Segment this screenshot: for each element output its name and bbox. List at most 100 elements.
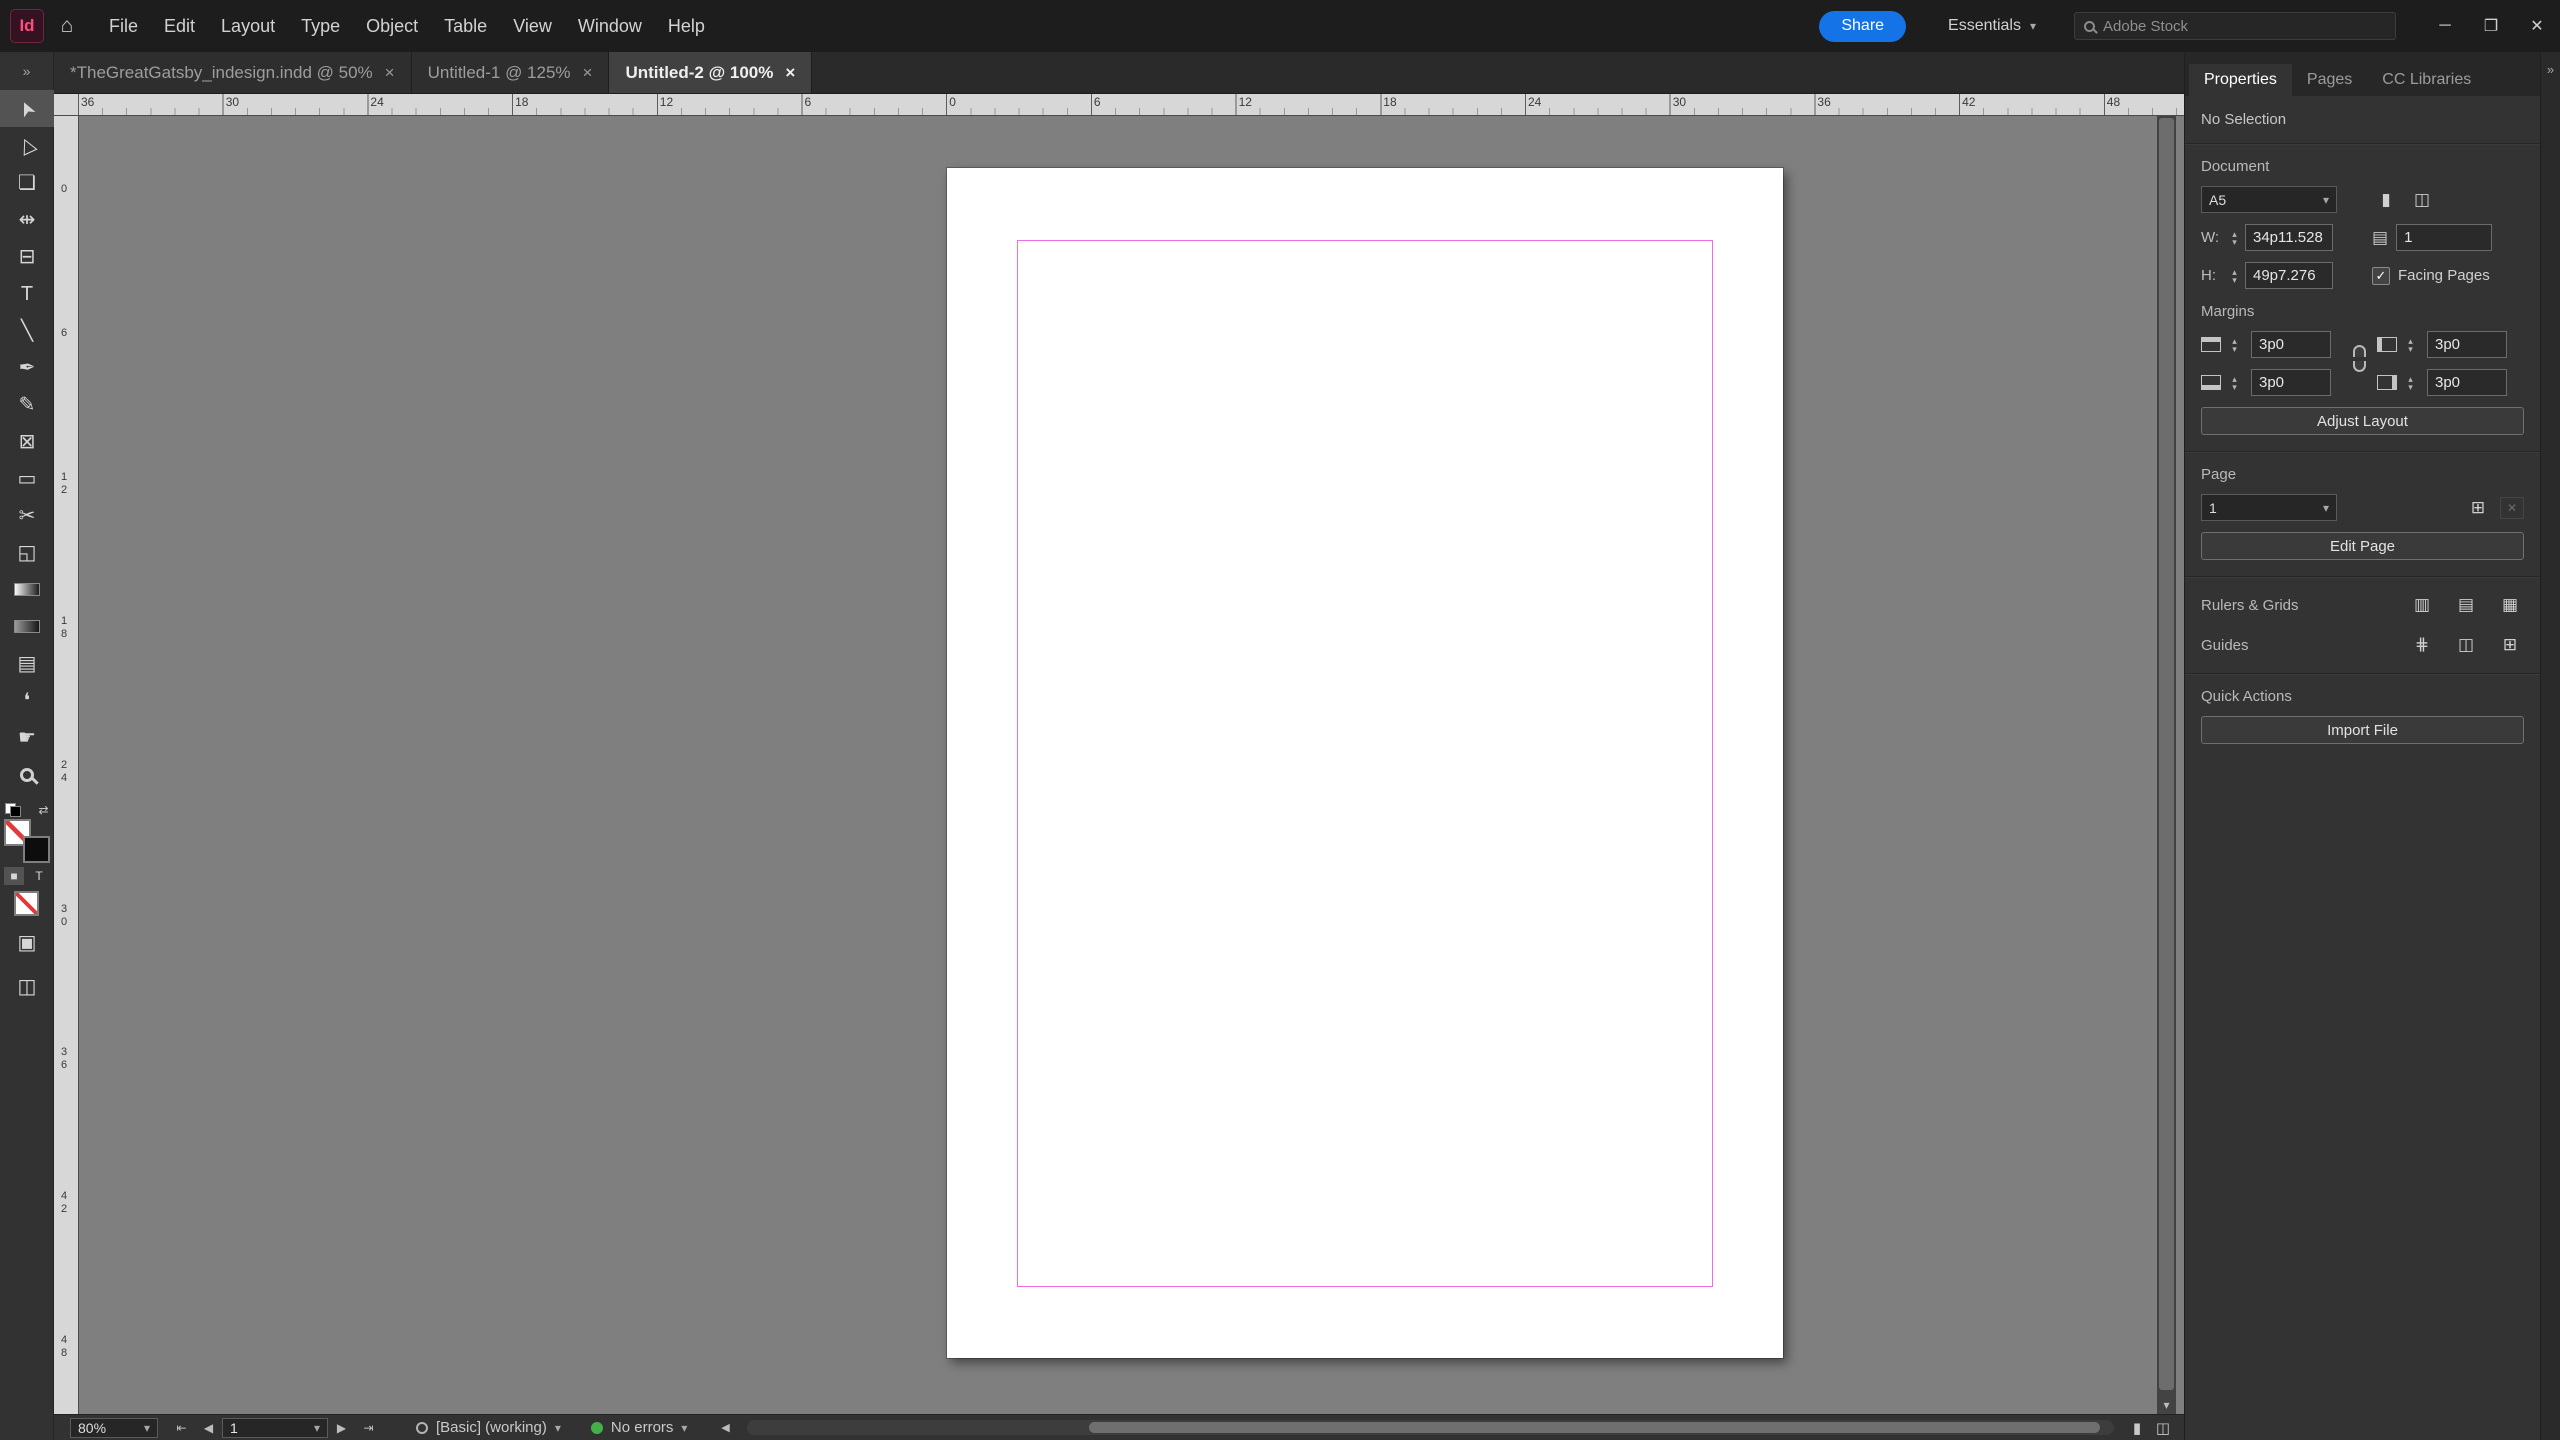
workspace-switcher[interactable]: Essentials ▾ — [1948, 17, 2036, 35]
smart-guides-icon[interactable]: ⊞ — [2496, 633, 2524, 657]
facing-pages-checkbox[interactable]: ✓ — [2372, 266, 2390, 285]
close-icon[interactable]: × — [583, 63, 593, 83]
outside-margin-input[interactable] — [2427, 369, 2507, 396]
pen-tool[interactable]: ✒ — [0, 349, 54, 386]
screen-mode-button[interactable]: ◫ — [0, 970, 54, 1004]
next-page-button[interactable]: ▶ — [328, 1421, 355, 1435]
zoom-level-combo[interactable]: 80% ▾ — [70, 1417, 158, 1438]
show-guides-icon[interactable]: ⋕ — [2408, 633, 2436, 657]
document-tab[interactable]: Untitled-1 @ 125% × — [411, 52, 610, 93]
ruler-icon[interactable]: ▥ — [2408, 593, 2436, 617]
page-view-spread-icon[interactable]: ◫ — [2150, 1419, 2176, 1437]
bottom-margin-input[interactable] — [2251, 369, 2331, 396]
previous-page-button[interactable]: ◀ — [195, 1421, 222, 1435]
pencil-tool[interactable]: ✎ — [0, 386, 54, 423]
pages-count-input[interactable] — [2396, 224, 2493, 251]
stepper-down-icon[interactable]: ▾ — [2408, 344, 2413, 353]
height-input[interactable] — [2245, 262, 2333, 289]
vertical-ruler[interactable]: 0 6 12 18 24 30 36 42 48 — [54, 116, 79, 1414]
menubar-item[interactable]: Table — [431, 0, 500, 52]
menubar-item[interactable]: Type — [288, 0, 353, 52]
stepper-down-icon[interactable]: ▾ — [2232, 275, 2237, 284]
document-grid-icon[interactable]: ▦ — [2496, 593, 2524, 617]
type-tool[interactable]: T — [0, 275, 54, 312]
menubar-item[interactable]: File — [96, 0, 151, 52]
link-margins-icon[interactable] — [2351, 345, 2368, 372]
vertical-scrollbar[interactable]: ▾ — [2157, 116, 2176, 1414]
formatting-affects-container-button[interactable]: ■ — [4, 867, 24, 885]
height-stepper[interactable]: ▴ ▾ — [2227, 267, 2242, 284]
baseline-grid-icon[interactable]: ▤ — [2452, 593, 2480, 617]
hand-tool[interactable]: ☛ — [0, 719, 54, 756]
line-tool[interactable]: ╲ — [0, 312, 54, 349]
scroll-left-icon[interactable]: ◀ — [713, 1421, 737, 1434]
menubar-item[interactable]: Help — [655, 0, 718, 52]
landscape-orientation-icon[interactable]: ◫ — [2408, 188, 2436, 212]
home-icon[interactable]: ⌂ — [44, 0, 90, 52]
share-button[interactable]: Share — [1819, 10, 1907, 42]
close-window-button[interactable]: ✕ — [2514, 0, 2560, 52]
scroll-down-icon[interactable]: ▾ — [2157, 1398, 2176, 1412]
menubar-item[interactable]: Layout — [208, 0, 288, 52]
adobe-stock-search[interactable] — [2074, 12, 2396, 40]
inside-margin-stepper[interactable]: ▴ ▾ — [2403, 336, 2418, 353]
menubar-item[interactable]: Window — [565, 0, 655, 52]
normal-view-mode-button[interactable]: ▣ — [0, 926, 54, 960]
horizontal-scrollbar-thumb[interactable] — [1089, 1422, 2101, 1433]
selection-tool[interactable]: ➤ — [0, 90, 54, 127]
rectangle-tool[interactable]: ▭ — [0, 460, 54, 497]
menubar-item[interactable]: View — [500, 0, 565, 52]
minimize-button[interactable]: ─ — [2422, 0, 2468, 52]
panel-tab[interactable]: CC Libraries — [2367, 64, 2486, 96]
close-icon[interactable]: × — [785, 63, 795, 83]
horizontal-scrollbar[interactable] — [747, 1420, 2114, 1435]
restore-button[interactable]: ❐ — [2468, 0, 2514, 52]
page-view-single-icon[interactable]: ▮ — [2124, 1419, 2150, 1437]
page-number-combo[interactable]: ▾ — [222, 1417, 328, 1438]
stepper-down-icon[interactable]: ▾ — [2232, 237, 2237, 246]
free-transform-tool[interactable]: ◱ — [0, 534, 54, 571]
apply-none-swatch[interactable] — [14, 891, 39, 916]
page-tool[interactable]: ❏ — [0, 164, 54, 201]
stroke-color-swatch[interactable] — [22, 836, 50, 863]
preflight-status-menu[interactable]: No errors ▾ — [611, 1419, 688, 1436]
top-margin-stepper[interactable]: ▴ ▾ — [2227, 336, 2242, 353]
bottom-margin-stepper[interactable]: ▴ ▾ — [2227, 374, 2242, 391]
edit-page-button[interactable]: Edit Page — [2201, 532, 2524, 560]
page-select-combo[interactable]: 1 ▾ — [2201, 494, 2337, 521]
swap-fill-stroke-icon[interactable]: ⇄ — [38, 803, 48, 817]
eyedropper-tool[interactable]: ❛ — [0, 682, 54, 719]
panel-collapse-strip[interactable]: » — [2540, 52, 2560, 1440]
document-page[interactable] — [947, 168, 1783, 1358]
adjust-layout-button[interactable]: Adjust Layout — [2201, 407, 2524, 435]
preflight-profile-menu[interactable]: [Basic] (working) ▾ — [436, 1419, 561, 1436]
stock-search-input[interactable] — [2103, 17, 2386, 35]
last-page-button[interactable]: ⇥ — [355, 1421, 382, 1435]
close-icon[interactable]: × — [385, 63, 395, 83]
content-collector-tool[interactable]: ⊟ — [0, 238, 54, 275]
document-tab[interactable]: *TheGreatGatsby_indesign.indd @ 50% × — [54, 52, 412, 93]
document-tab[interactable]: Untitled-2 @ 100% × — [609, 52, 813, 93]
vertical-scrollbar-thumb[interactable] — [2159, 118, 2174, 1390]
formatting-affects-text-button[interactable]: T — [29, 867, 49, 885]
rectangle-frame-tool[interactable]: ⊠ — [0, 423, 54, 460]
collapse-tools-icon[interactable]: » — [0, 52, 53, 90]
expand-panel-icon[interactable]: » — [2547, 62, 2554, 77]
import-file-button[interactable]: Import File — [2201, 716, 2524, 744]
zoom-tool[interactable] — [0, 756, 54, 793]
note-tool[interactable]: ▤ — [0, 645, 54, 682]
width-stepper[interactable]: ▴ ▾ — [2227, 229, 2242, 246]
stepper-down-icon[interactable]: ▾ — [2408, 382, 2413, 391]
column-guides-icon[interactable]: ◫ — [2452, 633, 2480, 657]
gradient-swatch-tool[interactable] — [0, 571, 54, 608]
width-input[interactable] — [2245, 224, 2333, 251]
gap-tool[interactable]: ⇹ — [0, 201, 54, 238]
canvas[interactable]: 0 6 12 18 24 30 36 42 48 ▾ — [54, 116, 2184, 1414]
portrait-orientation-icon[interactable]: ▮ — [2372, 188, 2400, 212]
outside-margin-stepper[interactable]: ▴ ▾ — [2403, 374, 2418, 391]
menubar-item[interactable]: Edit — [151, 0, 208, 52]
add-page-icon[interactable]: ⊞ — [2464, 496, 2492, 520]
stepper-down-icon[interactable]: ▾ — [2232, 344, 2237, 353]
direct-selection-tool[interactable]: ▷ — [0, 127, 54, 164]
page-number-input[interactable] — [230, 1419, 292, 1436]
